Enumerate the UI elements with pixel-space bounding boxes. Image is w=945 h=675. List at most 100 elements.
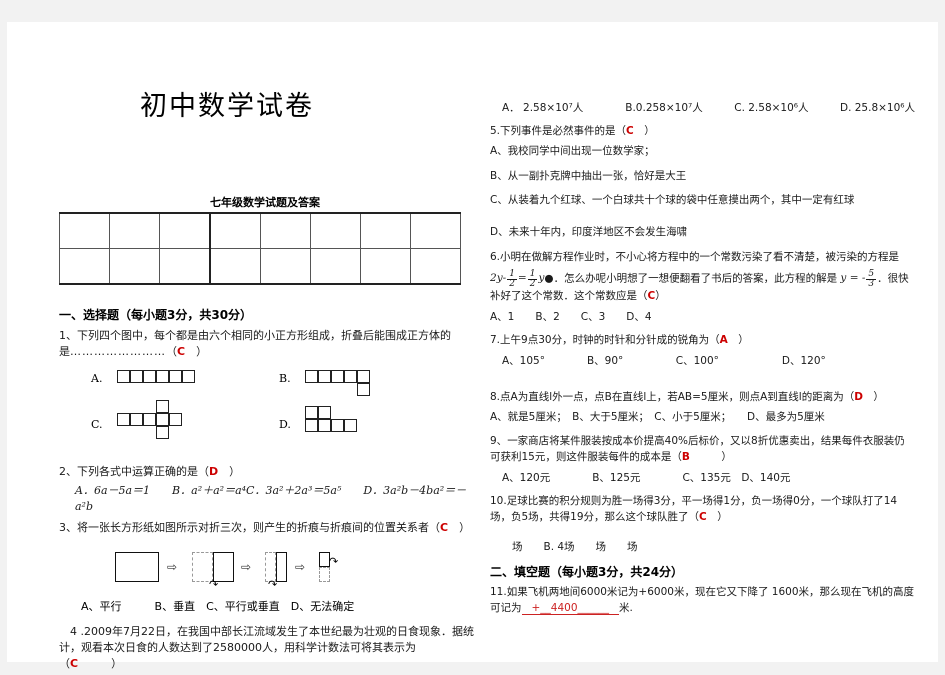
question-9: 9、一家商店将某件服装按成本价提高40%后标价，又以8折优惠卖出，结果每件衣服装…	[490, 435, 905, 464]
grid-cell[interactable]	[59, 248, 110, 285]
question-number: 8.	[490, 390, 501, 403]
net-cell	[130, 412, 143, 426]
net-cell	[156, 399, 169, 413]
fold-arc-icon: ↷	[268, 577, 278, 591]
grid-cell[interactable]	[260, 248, 311, 285]
answer-mark: D	[209, 464, 219, 478]
answer-mark: C	[177, 344, 186, 358]
answer-mark: A	[719, 334, 728, 347]
table-row	[59, 248, 461, 285]
grid-cell[interactable]	[209, 248, 261, 285]
question-number: 6.	[490, 250, 501, 263]
question-11: 11.如果飞机两地间6000米记为+6000米，现在它又下降了 1600米，那么…	[490, 585, 915, 617]
fraction-one-half: 12	[507, 268, 517, 289]
net-label-b: B.	[279, 371, 291, 385]
net-cell	[331, 418, 344, 432]
question-number: 1、	[59, 329, 77, 342]
question-text: 下列事件是必然事件的是（	[500, 125, 627, 137]
paper-folding-figure: ⇨ ↷ ⇨ ↷ ⇨ ↷	[59, 542, 475, 594]
net-cell	[305, 369, 318, 383]
question-7: 7.上午9点30分，时钟的时针和分针成的锐角为（A ）	[490, 334, 749, 347]
exam-subtitle: 七年级数学试题及答案	[210, 196, 320, 209]
net-cell	[130, 369, 143, 383]
grid-cell[interactable]	[209, 212, 261, 249]
grid-cell[interactable]	[310, 212, 361, 249]
net-label-d: D.	[279, 417, 291, 431]
net-label-a: A.	[91, 371, 103, 385]
question-text: 上午9点30分，时钟的时针和分针成的锐角为（	[500, 334, 720, 347]
grid-cell[interactable]	[410, 248, 461, 285]
grid-cell[interactable]	[360, 212, 411, 249]
answer-mark: B	[681, 451, 690, 464]
question-5: 5.下列事件是必然事件的是（C ）	[490, 125, 655, 137]
net-cell	[318, 405, 331, 419]
question-4: 4 .2009年7月22日，在我国中部长江流域发生了本世纪最为壮观的日食现象．据…	[59, 624, 474, 670]
equation-lhs: 2y- 1 2 = 1 2 y	[490, 268, 545, 289]
exam-page: 初中数学试卷 七年级数学试题及答案 一、选择题（每小题3分，共30分） 1、下列…	[7, 22, 938, 670]
grid-cell[interactable]	[109, 212, 160, 249]
net-cell	[169, 412, 182, 426]
net-cell	[169, 369, 182, 383]
question-text: 2009年7月22日，在我国中部长江流域发生了本世纪最为壮观的日食现象．据统计，…	[59, 624, 474, 670]
grid-cell[interactable]	[159, 212, 211, 249]
net-cell	[357, 382, 370, 396]
fraction-five-thirds: 53	[866, 268, 877, 289]
net-cell	[357, 369, 370, 383]
section-heading-choice: 一、选择题（每小题3分，共30分）	[59, 308, 253, 322]
grid-cell[interactable]	[59, 212, 110, 249]
fill-blank-answer[interactable]: +__4400______	[521, 602, 620, 616]
question-number: 2、	[59, 464, 77, 478]
fold-arc-icon: ↷	[329, 554, 339, 568]
question-text: 一家商店将某件服装按成本价提高40%后标价，又以8折优惠卖出，结果每件衣服装仍可…	[490, 435, 905, 464]
net-cell	[182, 369, 195, 383]
question-5-option-b: B、从一副扑克牌中抽出一张，恰好是大王	[490, 169, 687, 182]
fold-arc-icon: ↷	[209, 577, 219, 591]
net-cell	[318, 369, 331, 383]
question-6: 6.小明在做解方程作业时，不小心将方程中的一个常数污染了看不清楚，被污染的方程是	[490, 250, 915, 266]
net-cell	[143, 369, 156, 383]
net-cell	[305, 405, 318, 419]
question-2-options: A．6a－5a＝1 B．a²＋a²＝a⁴C．3a²＋2a³＝5a⁵ D．3a²b…	[75, 483, 467, 514]
net-cell	[156, 369, 169, 383]
question-6-equation-line: 2y- 1 2 = 1 2 y●．怎么办呢小明想了一想便翻看了书后的答案，此方程的解是 y …	[490, 268, 909, 303]
grid-cell[interactable]	[310, 248, 361, 285]
grid-cell[interactable]	[410, 212, 461, 249]
net-cell	[143, 412, 156, 426]
question-8: 8.点A为直线l外一点，点B在直线l上，若AB=5厘米，则点A到直线l的距离为（…	[490, 390, 884, 403]
question-number: 7.	[490, 334, 501, 347]
question-text: 点A为直线l外一点，点B在直线l上，若AB=5厘米，则点A到直线l的距离为（	[500, 390, 855, 403]
question-number: 11.	[490, 586, 507, 599]
net-label-c: C.	[91, 417, 103, 431]
fold-step-3-rect	[276, 551, 287, 582]
question-5-option-a: A、我校同学中间出现一位数学家；	[490, 144, 655, 157]
question-3: 3、将一张长方形纸如图所示对折三次，则产生的折痕与折痕间的位置关系者（C ）	[59, 520, 471, 534]
question-6-options: A、1 B、2 C、3 D、4	[490, 311, 652, 324]
table-row	[59, 212, 461, 249]
question-10: 10.足球比赛的积分规则为胜一场得3分，平一场得1分，负一场得0分，一个球队打了…	[490, 494, 898, 523]
net-cell	[305, 418, 318, 432]
question-1: 1、下列四个图中，每个都是由六个相同的小正方形组成，折叠后能围成正方体的是…………	[59, 329, 451, 358]
grid-cell[interactable]	[159, 248, 211, 285]
arrow-right-icon: ⇨	[167, 559, 178, 574]
grid-cell[interactable]	[260, 212, 311, 249]
question-text: ．怎么办呢小明想了一想便翻看了书后的答案，此方程的解是	[553, 272, 838, 284]
fold-step-4-dashed	[319, 566, 330, 582]
grid-cell[interactable]	[109, 248, 160, 285]
question-3-options: A、平行 B、垂直 C、平行或垂直 D、无法确定	[81, 599, 355, 613]
question-5-option-d: D、未来十年内，印度洋地区不会发生海啸	[490, 226, 688, 238]
question-9-options: A、120元 B、125元 C、135元 D、140元	[502, 471, 791, 484]
question-7-options: A、105° B、90° C、100° D、120°	[502, 354, 826, 367]
question-8-options: A、就是5厘米； B、大于5厘米； C、小于5厘米； D、最多为5厘米	[490, 410, 825, 423]
answer-mark: C	[440, 520, 449, 534]
leader-dots: ……………………	[70, 344, 166, 358]
question-text-cont: 米.	[619, 602, 633, 615]
net-cell	[331, 369, 344, 383]
grid-cell[interactable]	[360, 248, 411, 285]
net-cell	[156, 412, 169, 426]
net-cell	[117, 412, 130, 426]
net-cell	[318, 418, 331, 432]
ink-blot-icon: ●	[544, 272, 554, 284]
net-cell	[344, 369, 357, 383]
fold-step-1-rect	[115, 551, 159, 582]
question-4-options: A． 2.58×10⁷人 B.0.258×10⁷人 C. 2.58×10⁶人 D…	[502, 102, 915, 114]
